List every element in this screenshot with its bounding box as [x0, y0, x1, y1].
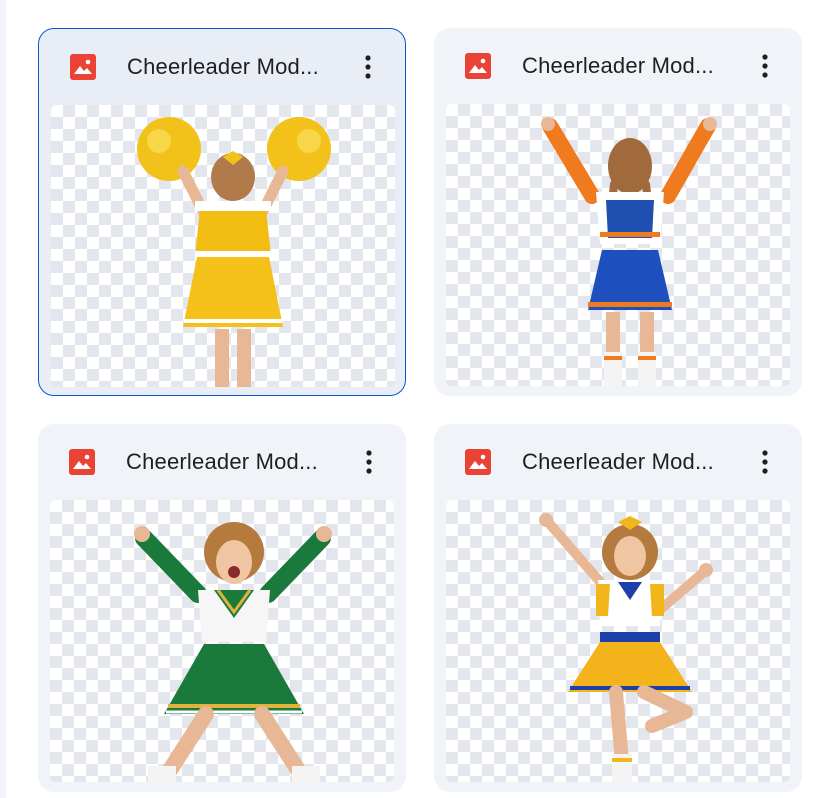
image-thumbnail[interactable]	[446, 500, 790, 782]
file-card-header: Cheerleader Mod...	[38, 424, 406, 500]
cheerleader-green-image	[134, 522, 332, 782]
image-thumbnail[interactable]	[50, 500, 394, 782]
image-thumbnail[interactable]	[51, 105, 395, 387]
more-options-button[interactable]	[750, 48, 780, 84]
file-name: Cheerleader Mod...	[522, 53, 714, 78]
more-vert-icon	[365, 55, 371, 79]
image-file-icon	[465, 449, 491, 475]
file-card[interactable]: Cheerleader Mod...	[38, 424, 406, 792]
cheerleader-blue-orange-image	[541, 117, 717, 386]
file-card[interactable]: Cheerleader Mod...	[38, 28, 406, 396]
file-card-header: Cheerleader Mod...	[39, 29, 405, 105]
image-thumbnail[interactable]	[446, 104, 790, 386]
file-card[interactable]: Cheerleader Mod...	[434, 28, 802, 396]
file-card-header: Cheerleader Mod...	[434, 28, 802, 104]
more-options-button[interactable]	[354, 444, 384, 480]
more-vert-icon	[366, 450, 372, 474]
image-file-icon	[465, 53, 491, 79]
image-file-icon	[69, 449, 95, 475]
left-rail	[0, 0, 6, 798]
image-file-icon	[70, 54, 96, 80]
cheerleader-yellow-pompoms-image	[137, 117, 331, 387]
file-name: Cheerleader Mod...	[522, 449, 714, 474]
file-name: Cheerleader Mod...	[126, 449, 318, 474]
more-vert-icon	[762, 54, 768, 78]
cheerleader-yellow-blue-image	[539, 513, 713, 782]
file-card[interactable]: Cheerleader Mod...	[434, 424, 802, 792]
file-name: Cheerleader Mod...	[127, 54, 319, 79]
more-vert-icon	[762, 450, 768, 474]
more-options-button[interactable]	[750, 444, 780, 480]
more-options-button[interactable]	[353, 49, 383, 85]
file-card-header: Cheerleader Mod...	[434, 424, 802, 500]
